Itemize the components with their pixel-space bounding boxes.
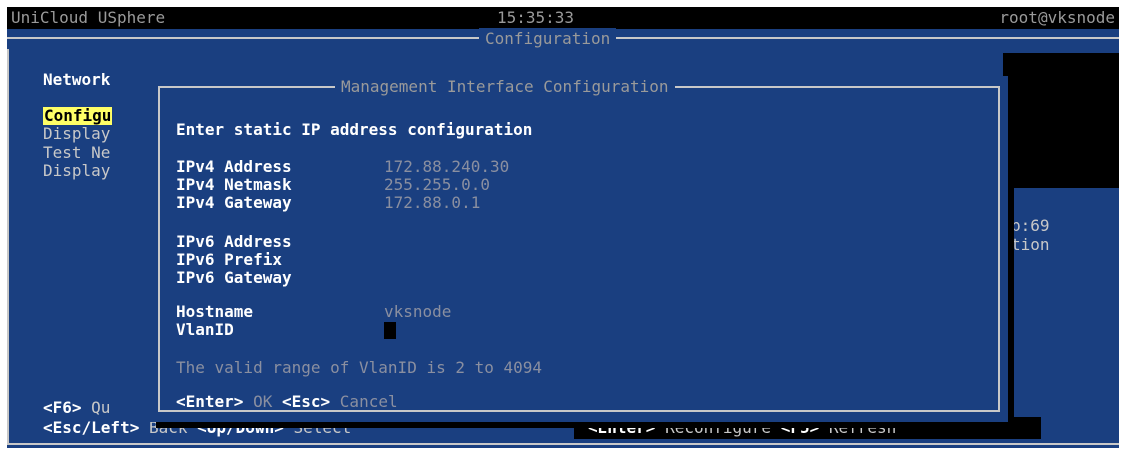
f6-hint: <F6> Qu <box>43 398 110 418</box>
ipv6-gateway-field[interactable] <box>384 268 684 288</box>
ipv4-address-field[interactable]: 172.88.240.30 <box>384 157 509 177</box>
cancel-key[interactable]: <Esc> <box>282 392 330 411</box>
ipv4-gateway-field[interactable]: 172.88.0.1 <box>384 193 480 213</box>
ipv6-gateway-label: IPv6 Gateway <box>176 268 292 287</box>
menu-item-display-2[interactable]: Display <box>43 162 110 180</box>
ipv6-prefix-label: IPv6 Prefix <box>176 250 282 269</box>
ipv4-gateway-label: IPv4 Gateway <box>176 193 292 212</box>
menu-item-test-network[interactable]: Test Ne <box>43 144 110 162</box>
tui-console: UniCloud USphere 15:35:33 root@vksnode C… <box>7 7 1119 448</box>
key-esc-left: <Esc/Left> <box>43 418 140 437</box>
ipv4-address-label: IPv4 Address <box>176 157 292 176</box>
ipv6-prefix-field[interactable] <box>384 250 684 270</box>
ipv6-address-field[interactable] <box>384 232 684 252</box>
dialog-buttons: <Enter> OK <Esc> Cancel <box>176 392 398 412</box>
dialog-frame: Management Interface Configuration Enter… <box>158 77 1000 412</box>
clock: 15:35:33 <box>497 8 575 27</box>
terminal-screen: UniCloud USphere 15:35:33 root@vksnode C… <box>0 0 1127 454</box>
menu-item-display-1[interactable]: Display <box>43 125 110 143</box>
hostname-label: Hostname <box>176 302 254 321</box>
ipv4-netmask-field[interactable]: 255.255.0.0 <box>384 175 490 195</box>
text-cursor <box>384 322 396 339</box>
ok-button[interactable]: OK <box>253 392 272 411</box>
ipv4-netmask-label: IPv4 Netmask <box>176 175 292 194</box>
dialog-title: Management Interface Configuration <box>335 77 675 97</box>
vlan-range-hint: The valid range of VlanID is 2 to 4094 <box>176 358 543 377</box>
vlanid-label: VlanID <box>176 320 234 339</box>
screen-title: Configuration <box>479 28 617 50</box>
left-panel-border <box>7 49 9 443</box>
f6-label: Qu <box>91 398 111 417</box>
cancel-button[interactable]: Cancel <box>340 392 398 411</box>
section-label-network: Network <box>43 70 111 89</box>
top-status-bar: UniCloud USphere 15:35:33 root@vksnode <box>7 7 1119 29</box>
user-host: root@vksnode <box>999 8 1115 27</box>
management-interface-dialog: Management Interface Configuration Enter… <box>150 76 1008 422</box>
f6-key: <F6> <box>43 398 82 417</box>
background-black-region <box>1003 53 1119 188</box>
vlanid-field[interactable] <box>384 320 396 340</box>
hostname-field[interactable]: vksnode <box>384 302 451 322</box>
bottom-rule <box>7 443 1119 445</box>
product-name: UniCloud USphere <box>11 8 166 27</box>
background-fragment-mac: b:69 <box>1011 216 1050 235</box>
background-fragment-text: tion <box>1011 235 1050 254</box>
ipv6-address-label: IPv6 Address <box>176 232 292 251</box>
dialog-heading: Enter static IP address configuration <box>176 120 533 139</box>
menu-item-configure[interactable]: Configu <box>43 107 113 125</box>
ok-key[interactable]: <Enter> <box>176 392 243 411</box>
